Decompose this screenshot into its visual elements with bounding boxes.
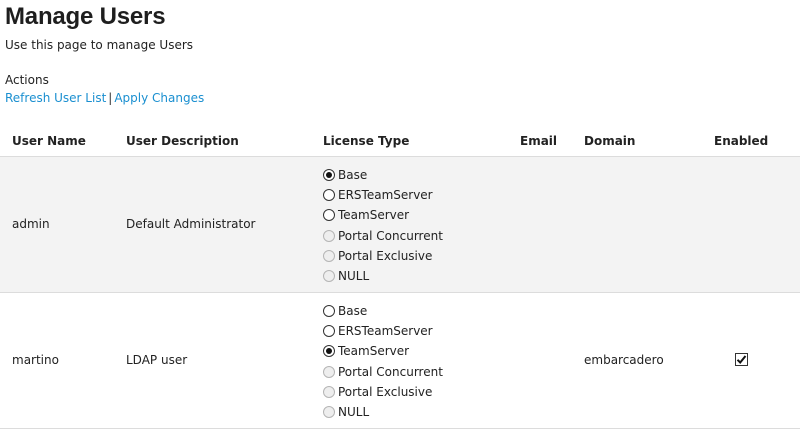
license-option-label: Portal Concurrent: [338, 228, 443, 243]
refresh-user-list-link[interactable]: Refresh User List: [5, 91, 106, 105]
license-type-cell: Base ERSTeamServer TeamServer Portal Concur…: [311, 156, 508, 293]
license-option: NULL: [323, 402, 508, 422]
page-title: Manage Users: [5, 3, 166, 30]
page-subtitle: Use this page to manage Users: [5, 38, 194, 52]
license-option: Portal Exclusive: [323, 382, 508, 402]
column-header-license-type: License Type: [311, 126, 508, 157]
column-header-enabled: Enabled: [702, 126, 800, 157]
license-option-label: TeamServer: [338, 344, 410, 359]
license-radio-group: Base ERSTeamServer TeamServer Portal Concur…: [323, 162, 508, 286]
email-cell: [508, 156, 572, 293]
table-header-row: User Name User Description License Type …: [0, 126, 800, 157]
license-option-label: NULL: [338, 404, 370, 419]
license-radio-button[interactable]: [323, 325, 335, 338]
license-option: Portal Exclusive: [323, 246, 508, 266]
license-radio-button: [323, 385, 335, 398]
license-option[interactable]: ERSTeamServer: [323, 321, 508, 341]
license-option: Portal Concurrent: [323, 362, 508, 382]
users-table: User Name User Description License Type …: [0, 126, 800, 429]
license-type-cell: Base ERSTeamServer TeamServer Portal Concur…: [311, 292, 508, 429]
license-option[interactable]: Base: [323, 301, 508, 321]
license-option: Portal Concurrent: [323, 226, 508, 246]
enabled-cell: [702, 292, 800, 429]
apply-changes-link[interactable]: Apply Changes: [114, 91, 204, 105]
radio-dot: [326, 348, 332, 355]
column-header-domain: Domain: [572, 126, 702, 157]
domain-cell: embarcadero: [572, 292, 702, 429]
column-header-user-description: User Description: [114, 126, 311, 157]
license-radio-button[interactable]: [323, 209, 335, 222]
license-option[interactable]: ERSTeamServer: [323, 185, 508, 205]
license-radio-button: [323, 229, 335, 242]
license-radio-group: Base ERSTeamServer TeamServer Portal Concur…: [323, 298, 508, 422]
column-header-user-name: User Name: [0, 126, 114, 157]
table-row: admin Default Administrator Base ERSTeamSer…: [0, 156, 800, 293]
license-radio-button[interactable]: [323, 305, 335, 318]
license-radio-button: [323, 269, 335, 282]
enabled-cell: [702, 156, 800, 293]
license-radio-button[interactable]: [323, 345, 335, 358]
license-option-label: TeamServer: [338, 208, 410, 223]
license-option-label: Portal Exclusive: [338, 384, 433, 399]
license-radio-button: [323, 365, 335, 378]
license-option-label: ERSTeamServer: [338, 324, 433, 339]
license-option[interactable]: Base: [323, 165, 508, 185]
user-description-cell: LDAP user: [114, 292, 311, 429]
actions-links: Refresh User List | Apply Changes: [5, 91, 204, 105]
license-radio-button: [323, 249, 335, 262]
license-option-label: ERSTeamServer: [338, 188, 433, 203]
license-radio-button: [323, 405, 335, 418]
user-name-cell: martino: [0, 292, 114, 429]
license-option-label: Base: [338, 168, 368, 183]
license-option[interactable]: TeamServer: [323, 205, 508, 225]
license-option: NULL: [323, 266, 508, 286]
table-row: martino LDAP user Base ERSTeamServer TeamSer…: [0, 292, 800, 429]
domain-cell: [572, 156, 702, 293]
license-option-label: NULL: [338, 268, 370, 283]
license-radio-button[interactable]: [323, 189, 335, 202]
manage-users-page: Manage Users Use this page to manage Use…: [0, 0, 800, 436]
actions-label: Actions: [5, 73, 49, 87]
license-radio-button[interactable]: [323, 169, 335, 182]
email-cell: [508, 292, 572, 429]
check-icon: [736, 354, 747, 364]
license-option[interactable]: TeamServer: [323, 341, 508, 361]
column-header-email: Email: [508, 126, 572, 157]
table-body: admin Default Administrator Base ERSTeamSer…: [0, 156, 800, 429]
user-name-cell: admin: [0, 156, 114, 293]
user-description-cell: Default Administrator: [114, 156, 311, 293]
radio-dot: [326, 172, 332, 179]
license-option-label: Portal Exclusive: [338, 248, 433, 263]
license-option-label: Base: [338, 304, 368, 319]
license-option-label: Portal Concurrent: [338, 364, 443, 379]
enabled-checkbox[interactable]: [735, 352, 748, 366]
